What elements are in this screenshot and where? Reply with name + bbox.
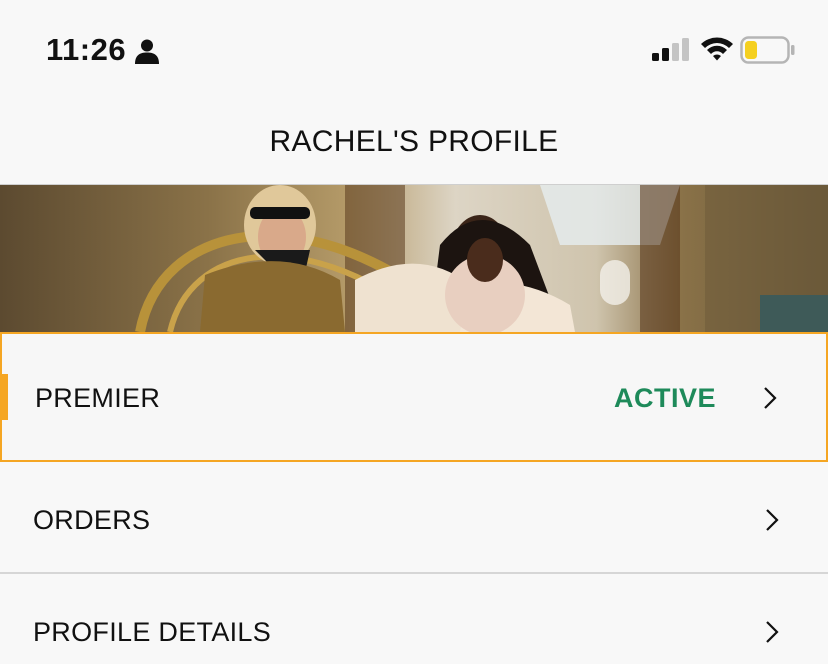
person-icon: [135, 39, 159, 64]
wifi-icon: [701, 37, 733, 61]
page-header: RACHEL'S PROFILE: [0, 100, 828, 185]
active-accent-bar: [2, 374, 8, 420]
menu-item-label: ORDERS: [33, 505, 151, 535]
status-bar: 11:26: [0, 0, 828, 100]
promo-banner-image[interactable]: [0, 185, 828, 332]
chevron-right-icon: [766, 509, 779, 531]
menu-item-label: PREMIER: [35, 383, 161, 413]
menu-item-premier[interactable]: PREMIER ACTIVE: [0, 332, 828, 462]
chevron-right-icon: [766, 621, 779, 643]
menu-item-label: PROFILE DETAILS: [33, 617, 272, 647]
chevron-right-icon: [764, 387, 777, 409]
page-title: RACHEL'S PROFILE: [269, 125, 559, 158]
cellular-signal-icon: [652, 38, 689, 61]
menu-item-profile-details[interactable]: PROFILE DETAILS: [0, 574, 828, 664]
status-time: 11:26: [46, 32, 127, 67]
battery-icon: [740, 36, 795, 64]
status-badge: ACTIVE: [613, 383, 716, 413]
menu-item-orders[interactable]: ORDERS: [0, 462, 828, 574]
